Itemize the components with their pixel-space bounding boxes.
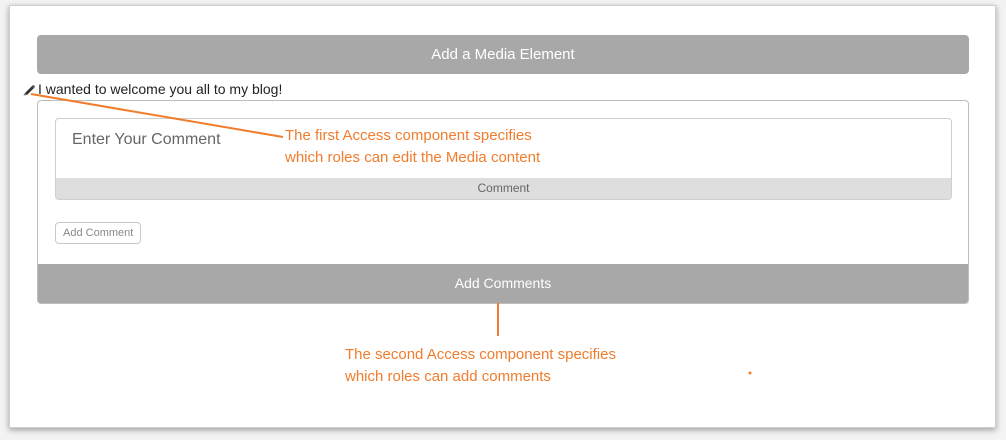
annotation-first-line2: which roles can edit the Media content <box>285 149 541 166</box>
annotation-second-line2: which roles can add comments <box>345 368 551 385</box>
comment-field-label: Comment <box>56 178 951 199</box>
pencil-icon[interactable] <box>22 82 36 96</box>
add-media-element-button[interactable]: Add a Media Element <box>37 35 969 74</box>
blog-post-row: I wanted to welcome you all to my blog! <box>22 79 282 99</box>
add-comment-button[interactable]: Add Comment <box>55 222 142 244</box>
blog-post-text: I wanted to welcome you all to my blog! <box>38 81 283 97</box>
add-comments-button[interactable]: Add Comments <box>38 264 968 303</box>
annotation-first-line1: The first Access component specifies <box>285 127 532 144</box>
annotation-first-access: The first Access component specifies whi… <box>285 125 540 169</box>
annotation-second-line1: The second Access component specifies <box>345 346 616 363</box>
annotation-second-access: The second Access component specifies wh… <box>345 344 616 388</box>
